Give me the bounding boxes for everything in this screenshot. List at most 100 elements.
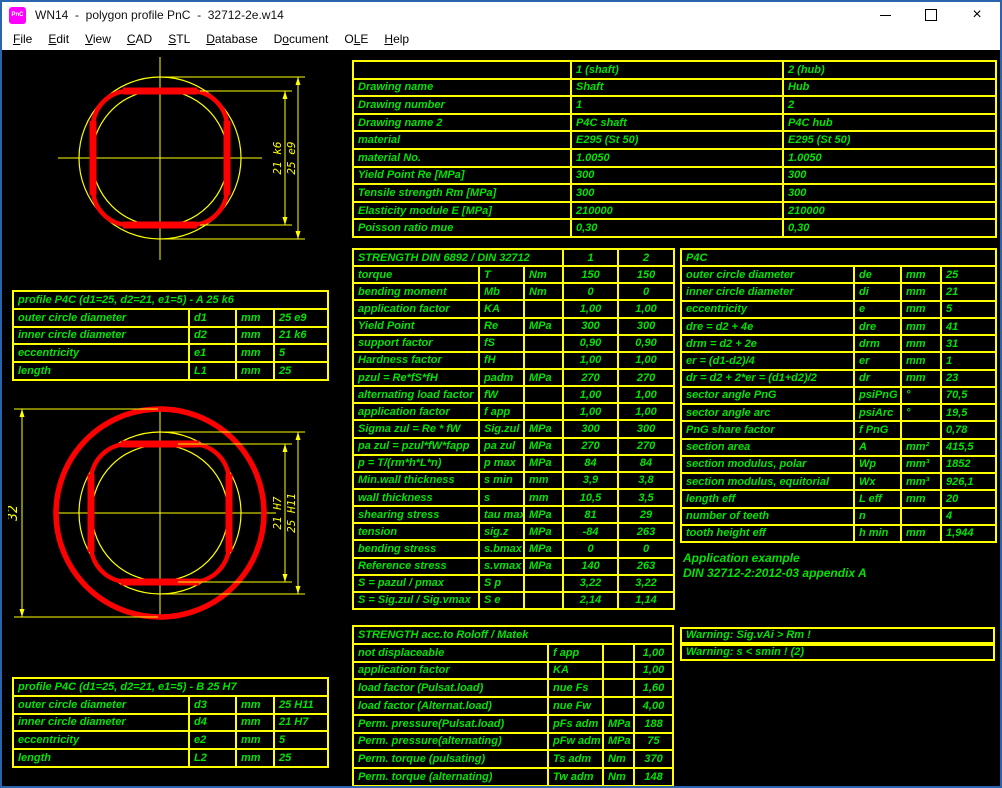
table-cell: Wp: [854, 456, 901, 473]
table-cell: fH: [479, 352, 524, 369]
table-row: sector angle arcpsiArc°19,5: [681, 404, 996, 421]
maximize-button[interactable]: [908, 2, 954, 28]
menu-item-document[interactable]: Document: [266, 29, 337, 49]
table-cell: [524, 300, 563, 317]
strength-din-table: STRENGTH DIN 6892 / DIN 32712 1 2 torque…: [352, 248, 675, 610]
table-cell: MPa: [603, 733, 634, 751]
menu-item-edit[interactable]: Edit: [40, 29, 77, 49]
menu-item-cad[interactable]: CAD: [119, 29, 160, 49]
table-header-row: STRENGTH acc.to Roloff / Matek: [353, 626, 673, 644]
table-cell: 23: [941, 370, 996, 387]
table-cell: mm²: [901, 439, 941, 456]
table-cell: 5: [274, 344, 328, 362]
table-row: inner circle diameterd4mm21 H7: [13, 714, 328, 732]
table-cell: 20: [941, 490, 996, 507]
table-cell: MPa: [603, 715, 634, 733]
table-cell: [524, 335, 563, 352]
table-cell: mm: [901, 490, 941, 507]
minimize-button[interactable]: [862, 2, 908, 28]
table-cell: 300: [618, 318, 674, 335]
table-cell: 81: [563, 506, 618, 523]
table-cell: tau max: [479, 506, 524, 523]
table-cell: [603, 662, 634, 680]
table-cell: 25: [274, 362, 328, 380]
table-cell: 926,1: [941, 473, 996, 490]
menu-item-file[interactable]: File: [5, 29, 40, 49]
table-cell: mm: [236, 714, 274, 732]
table-cell: torque: [353, 266, 479, 283]
table-cell: MPa: [524, 558, 563, 575]
table-row: Reference stresss.vmaxMPa140263: [353, 558, 674, 575]
shaft-hub-info-table: 1 (shaft) 2 (hub) Drawing nameShaftHubDr…: [352, 60, 997, 238]
dim-label-outer: 25 H11: [285, 493, 298, 533]
profile-b-table: profile P4C (d1=25, d2=21, e1=5) - B 25 …: [12, 677, 329, 768]
table-header-row: profile P4C (d1=25, d2=21, e1=5) - B 25 …: [13, 678, 328, 696]
table-cell: 263: [618, 558, 674, 575]
table-cell: e: [854, 301, 901, 318]
table-cell: eccentricity: [13, 731, 189, 749]
table-cell: Hub: [783, 79, 996, 97]
table-row: Drawing nameShaftHub: [353, 79, 996, 97]
table-cell: [901, 421, 941, 438]
table-cell: 1,00: [563, 352, 618, 369]
table-cell: f app: [479, 403, 524, 420]
table-cell: Drawing number: [353, 96, 571, 114]
table-cell: 5: [941, 301, 996, 318]
menu-item-ole[interactable]: OLE: [336, 29, 376, 49]
table-cell: S = Sig.zul / Sig.vmax: [353, 592, 479, 609]
close-button[interactable]: ×: [954, 2, 1000, 28]
table-title: P4C: [681, 249, 996, 266]
table-cell: bending stress: [353, 540, 479, 557]
table-header-row: STRENGTH DIN 6892 / DIN 32712 1 2: [353, 249, 674, 266]
app-icon: PnC: [9, 7, 26, 24]
table-cell: Min.wall thickness: [353, 472, 479, 489]
table-cell: drm: [854, 335, 901, 352]
table-row: tensionsig.zMPa-84263: [353, 523, 674, 540]
maximize-icon: [925, 9, 937, 21]
table-cell: L1: [189, 362, 236, 380]
table-row: er = (d1-d2)/4ermm1: [681, 352, 996, 369]
menu-item-help[interactable]: Help: [376, 29, 417, 49]
table-cell: Poisson ratio mue: [353, 219, 571, 237]
table-cell: mm: [236, 731, 274, 749]
table-row: not displaceablef app1,00: [353, 644, 673, 662]
minimize-icon: [880, 15, 891, 16]
table-cell: 1,00: [618, 300, 674, 317]
table-cell: [524, 352, 563, 369]
menu-item-view[interactable]: View: [77, 29, 119, 49]
table-row: eccentricitye2mm5: [13, 731, 328, 749]
column-header-hub: 2 (hub): [783, 61, 996, 79]
table-row: number of teethn4: [681, 508, 996, 525]
table-cell: fS: [479, 335, 524, 352]
table-row: dre = d2 + 4edremm41: [681, 318, 996, 335]
table-cell: 0: [618, 540, 674, 557]
table-cell: 1,60: [634, 679, 673, 697]
table-cell: Nm: [524, 283, 563, 300]
table-cell: mm: [901, 370, 941, 387]
menu-item-stl[interactable]: STL: [160, 29, 198, 49]
table-row: bending stresss.bmaxMPa00: [353, 540, 674, 557]
table-cell: [524, 592, 563, 609]
table-cell: 300: [563, 318, 618, 335]
table-cell: 0,30: [571, 219, 783, 237]
table-cell: application factor: [353, 662, 548, 680]
table-row: alternating load factorfW1,001,00: [353, 386, 674, 403]
table-cell: 3,5: [618, 489, 674, 506]
table-cell: 4: [941, 508, 996, 525]
table-cell: pa zul = pzul*fW*fapp: [353, 438, 479, 455]
table-cell: material: [353, 131, 571, 149]
table-row: section modulus, equitorialWxmm³926,1: [681, 473, 996, 490]
table-cell: 21 k6: [274, 327, 328, 345]
note-line: DIN 32712-2:2012-03 appendix A: [683, 566, 867, 581]
menu-item-database[interactable]: Database: [198, 29, 265, 49]
table-cell: [603, 697, 634, 715]
table-row: Hardness factorfH1,001,00: [353, 352, 674, 369]
table-cell: section modulus, equitorial: [681, 473, 854, 490]
table-cell: 1,00: [618, 386, 674, 403]
table-cell: Ts adm: [548, 750, 603, 768]
table-cell: L eff: [854, 490, 901, 507]
table-cell: inner circle diameter: [13, 327, 189, 345]
table-row: Min.wall thicknesss minmm3,93,8: [353, 472, 674, 489]
table-title: profile P4C (d1=25, d2=21, e1=5) - A 25 …: [13, 291, 328, 309]
table-row: outer circle diameterd1mm25 e9: [13, 309, 328, 327]
